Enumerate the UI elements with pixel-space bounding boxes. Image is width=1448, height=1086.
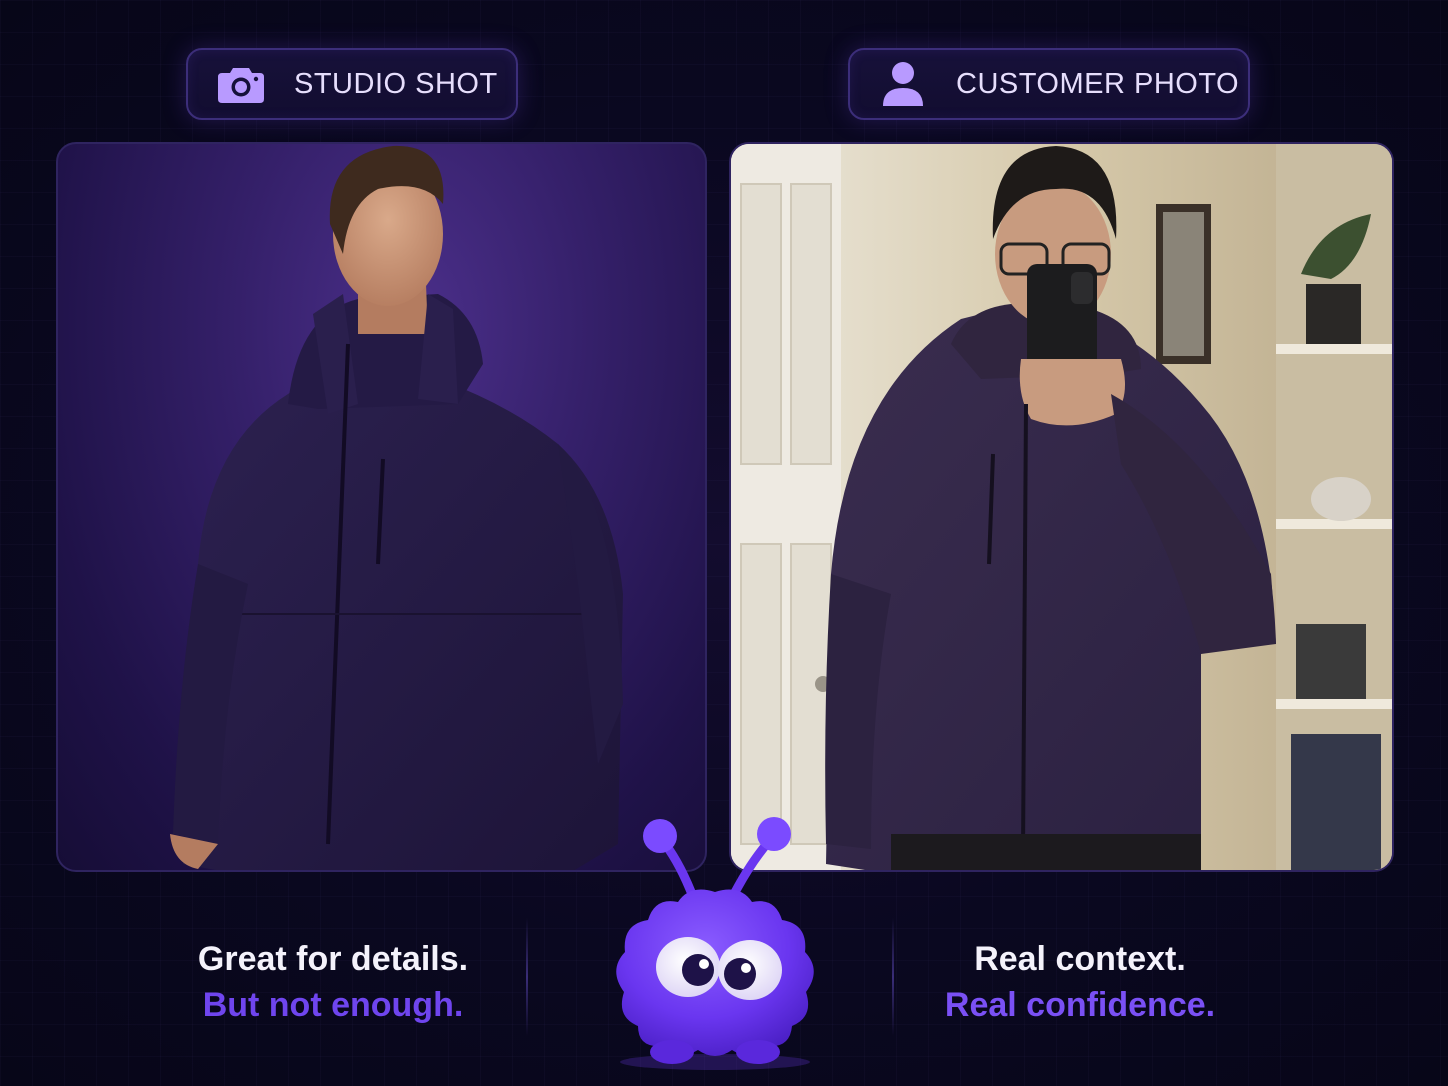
customer-caption-line1: Real context.: [974, 940, 1186, 978]
customer-photo-label: CUSTOMER PHOTO: [848, 48, 1250, 120]
studio-shot-text: STUDIO SHOT: [294, 67, 498, 100]
customer-selfie-illustration: [731, 144, 1392, 870]
studio-caption: Great for details. But not enough.: [150, 936, 516, 1028]
studio-caption-line2: But not enough.: [202, 986, 464, 1024]
customer-photo-text: CUSTOMER PHOTO: [956, 67, 1240, 100]
customer-caption-line2: Real confidence.: [944, 986, 1216, 1024]
studio-caption-line1: Great for details.: [197, 940, 469, 978]
studio-photo: [56, 142, 707, 872]
camera-icon: [216, 59, 266, 109]
customer-caption: Real context. Real confidence.: [900, 936, 1260, 1028]
mascot: [600, 812, 830, 1072]
user-icon: [878, 59, 928, 109]
right-divider: [892, 918, 894, 1036]
studio-shot-label: STUDIO SHOT: [186, 48, 518, 120]
customer-photo: [729, 142, 1394, 872]
left-divider: [526, 918, 528, 1036]
studio-model-illustration: [170, 145, 623, 870]
